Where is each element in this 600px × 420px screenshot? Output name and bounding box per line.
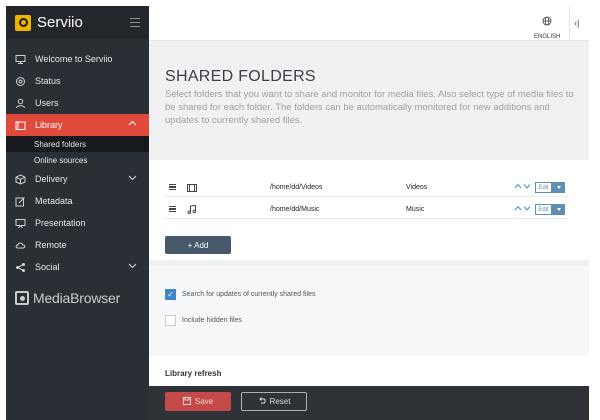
- app-window: Serviio Welcome to Serviio Status Users …: [0, 0, 600, 420]
- page-description: Select folders that you want to share an…: [165, 89, 574, 126]
- reorder-arrows-icon[interactable]: [514, 204, 532, 214]
- section-title: Library refresh: [165, 369, 222, 378]
- collapse-panel-button[interactable]: ‹|: [574, 18, 579, 28]
- save-icon: [182, 396, 191, 407]
- caret-down-icon[interactable]: [552, 182, 565, 193]
- mediabrowser-label: MediaBrowser: [33, 290, 121, 306]
- edit-button[interactable]: Edit: [535, 204, 552, 215]
- main-content: ENGLISH ‹| SHARED FOLDERS Select folders…: [149, 6, 589, 420]
- presentation-icon: [15, 218, 26, 229]
- sidebar-item-label: Presentation: [35, 218, 86, 228]
- edit-dropdown[interactable]: Edit: [535, 204, 565, 215]
- reorder-arrows-icon[interactable]: [514, 182, 532, 192]
- user-icon: [15, 98, 26, 109]
- globe-icon: [542, 13, 552, 31]
- sidebar: Serviio Welcome to Serviio Status Users …: [6, 6, 149, 420]
- edit-icon: [15, 196, 26, 207]
- folder-icon: [15, 120, 26, 131]
- radar-icon: [15, 76, 26, 87]
- chevron-down-icon: [128, 173, 137, 184]
- sidebar-item-library[interactable]: Library: [6, 114, 149, 136]
- sidebar-item-label: Status: [35, 76, 61, 86]
- action-footer: Save Reset: [149, 386, 589, 420]
- share-icon: [15, 262, 26, 273]
- folder-path: /home/dd/Videos: [270, 184, 323, 191]
- sidebar-item-delivery[interactable]: Delivery: [6, 168, 149, 190]
- hamburger-menu-icon[interactable]: [130, 18, 140, 27]
- sidebar-item-metadata[interactable]: Metadata: [6, 190, 149, 212]
- brand-header: Serviio: [6, 6, 149, 39]
- sidebar-item-label: Delivery: [35, 174, 68, 184]
- sidebar-item-social[interactable]: Social: [6, 256, 149, 278]
- sidebar-subitem-label: Online sources: [34, 155, 88, 165]
- drag-handle-icon[interactable]: [169, 206, 176, 212]
- search-updates-checkbox[interactable]: ✓: [165, 289, 176, 300]
- monitor-icon: [15, 54, 26, 65]
- language-selector[interactable]: ENGLISH: [534, 13, 560, 40]
- save-label: Save: [194, 397, 214, 406]
- checkbox-label: Search for updates of currently shared f…: [182, 291, 316, 298]
- serviio-logo-icon: [15, 14, 31, 31]
- cloud-icon: [15, 240, 26, 251]
- sidebar-item-label: Remote: [35, 240, 67, 250]
- shared-folders-panel: /home/dd/Videos Videos Edit /home/dd/Mus…: [149, 160, 589, 260]
- music-icon: [187, 205, 197, 214]
- library-refresh-panel: Library refresh: [149, 356, 589, 386]
- language-label: ENGLISH: [534, 34, 561, 40]
- sidebar-item-presentation[interactable]: Presentation: [6, 212, 149, 234]
- page-title: SHARED FOLDERS: [165, 68, 316, 85]
- media-type[interactable]: Videos: [406, 184, 427, 191]
- include-hidden-option[interactable]: Include hidden files: [165, 315, 242, 326]
- chevron-up-icon: [128, 119, 137, 130]
- drag-handle-icon[interactable]: [169, 184, 176, 190]
- box-icon: [15, 173, 26, 185]
- sidebar-subitem-shared-folders[interactable]: Shared folders: [6, 136, 149, 152]
- media-type[interactable]: Music: [406, 206, 424, 213]
- sidebar-item-remote[interactable]: Remote: [6, 234, 149, 256]
- reset-label: Reset: [269, 397, 291, 406]
- sidebar-item-label: Social: [35, 262, 60, 272]
- options-panel: ✓ Search for updates of currently shared…: [149, 266, 589, 356]
- sidebar-item-users[interactable]: Users: [6, 92, 149, 114]
- undo-icon: [258, 396, 266, 407]
- sidebar-subitem-label: Shared folders: [34, 139, 87, 149]
- sidebar-item-label: Welcome to Serviio: [35, 54, 113, 64]
- edit-button[interactable]: Edit: [535, 182, 552, 193]
- mediabrowser-logo[interactable]: MediaBrowser: [15, 290, 120, 306]
- top-bar: ENGLISH ‹|: [149, 6, 589, 41]
- app-name: Serviio: [37, 14, 83, 31]
- sidebar-item-label: Library: [35, 120, 63, 130]
- table-row: /home/dd/Music Music Edit: [165, 200, 569, 219]
- search-updates-option[interactable]: ✓ Search for updates of currently shared…: [165, 289, 315, 300]
- edit-dropdown[interactable]: Edit: [535, 182, 565, 193]
- sidebar-subitem-online-sources[interactable]: Online sources: [6, 152, 149, 168]
- reset-button[interactable]: Reset: [241, 392, 307, 411]
- checkbox-label: Include hidden files: [182, 317, 242, 324]
- sidebar-item-status[interactable]: Status: [6, 70, 149, 92]
- chevron-down-icon: [128, 261, 137, 272]
- caret-down-icon[interactable]: [552, 204, 565, 215]
- mediabrowser-icon: [15, 291, 29, 305]
- divider: [569, 6, 570, 41]
- add-folder-button[interactable]: + Add: [165, 236, 231, 254]
- sidebar-nav: Welcome to Serviio Status Users Library: [6, 48, 149, 278]
- save-button[interactable]: Save: [165, 392, 231, 411]
- sidebar-item-label: Metadata: [35, 196, 73, 206]
- film-icon: [187, 183, 197, 192]
- include-hidden-checkbox[interactable]: [165, 315, 176, 326]
- table-row: /home/dd/Videos Videos Edit: [165, 178, 569, 197]
- folder-path: /home/dd/Music: [270, 206, 320, 213]
- sidebar-item-label: Users: [35, 98, 59, 108]
- sidebar-item-welcome[interactable]: Welcome to Serviio: [6, 48, 149, 70]
